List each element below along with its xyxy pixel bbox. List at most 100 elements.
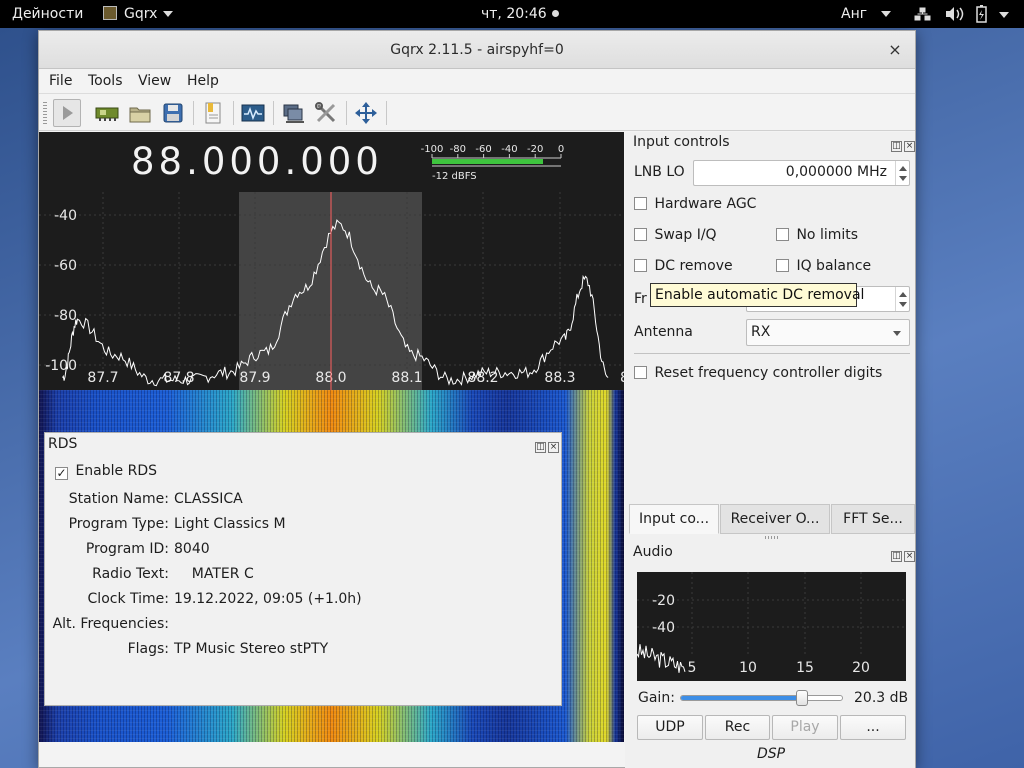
toolbar-separator — [386, 101, 387, 125]
io-devices-button[interactable] — [93, 99, 121, 127]
notification-dot-icon — [551, 10, 559, 17]
y-tick-label: -100 — [45, 358, 77, 374]
tab-input-controls[interactable]: Input co... — [629, 504, 719, 534]
spectrum-plot[interactable]: -40 -60 -80 -100 87.7 87.8 87.9 88.0 88.1 88.2 88.… — [39, 132, 624, 390]
more-options-button[interactable]: ... — [840, 715, 906, 740]
antenna-value: RX — [751, 324, 771, 340]
app-menu[interactable]: Gqrx — [103, 0, 174, 28]
toolbar — [39, 93, 915, 131]
divider — [634, 353, 910, 354]
float-icon[interactable]: ◫ — [891, 551, 902, 562]
menu-file[interactable]: File — [49, 73, 72, 89]
dsp-button[interactable] — [239, 99, 267, 127]
enable-rds-label: Enable RDS — [75, 463, 157, 479]
meter-tick-label: -20 — [527, 144, 543, 155]
enable-rds-checkbox[interactable]: ✓ Enable RDS — [55, 463, 157, 480]
rds-field-label: Flags: — [127, 641, 169, 657]
input-controls-title: Input controls — [633, 134, 730, 150]
right-dock: Input controls ◫ × LNB LO 0,000000 MHz Ha… — [625, 132, 915, 768]
tab-fft-settings[interactable]: FFT Se... — [831, 504, 915, 534]
close-icon[interactable]: × — [548, 442, 559, 453]
close-button[interactable]: × — [885, 31, 905, 69]
rds-field-value: CLASSICA — [174, 491, 243, 507]
reset-digits-checkbox[interactable]: Reset frequency controller digits — [634, 365, 882, 381]
audio-trace — [637, 644, 686, 673]
fullscreen-button[interactable] — [352, 99, 380, 127]
spin-arrows[interactable] — [895, 161, 909, 185]
rds-field-label: Radio Text: — [92, 566, 169, 582]
network-icon — [283, 104, 304, 123]
swap-iq-checkbox[interactable]: Swap I/Q — [634, 227, 717, 243]
dc-remove-checkbox[interactable]: DC remove — [634, 258, 733, 274]
hardware-agc-checkbox[interactable]: Hardware AGC — [634, 196, 756, 212]
gain-slider-handle[interactable] — [795, 690, 808, 706]
dsp-label: DSP — [757, 746, 786, 762]
float-icon[interactable]: ◫ — [891, 141, 902, 152]
toolbar-separator — [193, 101, 194, 125]
language-switcher[interactable]: Анг — [841, 0, 892, 28]
bookmarks-button[interactable] — [199, 99, 227, 127]
rds-field-label: Program ID: — [85, 541, 169, 557]
top-bar: Дейности Gqrx чт, 20:46 Анг — [0, 0, 1024, 28]
swap-iq-label: Swap I/Q — [654, 227, 717, 243]
menu-view[interactable]: View — [138, 73, 171, 89]
waterfall-display[interactable]: RDS ◫ × ✓ Enable RDS Station Name: CLASSIC… — [39, 390, 624, 742]
x-tick-label: 5 — [688, 660, 697, 676]
x-tick-label: 87.8 — [163, 370, 194, 386]
remote-control-button[interactable] — [279, 99, 307, 127]
audio-spectrum: -20 -40 5 10 15 20 — [637, 572, 906, 676]
gain-value: 20.3 dB — [854, 690, 909, 706]
gain-slider[interactable] — [680, 690, 843, 706]
system-menu[interactable] — [914, 0, 1018, 28]
fullscreen-icon — [355, 102, 377, 124]
x-tick-label: 8 — [620, 370, 624, 386]
hardware-agc-label: Hardware AGC — [654, 196, 757, 212]
language-label: Анг — [841, 6, 868, 22]
y-tick-label: -20 — [652, 593, 675, 609]
tab-receiver-options[interactable]: Receiver O... — [720, 504, 830, 534]
title-bar[interactable]: Gqrx 2.11.5 - airspyhf=0 × — [39, 31, 915, 69]
x-tick-label: 15 — [796, 660, 814, 676]
sdr-device-icon — [95, 107, 119, 121]
rds-field-label: Alt. Frequencies: — [52, 616, 169, 632]
toolbar-grip[interactable] — [43, 102, 47, 124]
frequency-display[interactable]: 88.000.000 — [131, 140, 383, 183]
play-icon — [63, 106, 73, 120]
start-dsp-button[interactable] — [53, 99, 81, 127]
input-controls-dock-buttons: ◫ × — [889, 136, 917, 152]
no-limits-checkbox[interactable]: No limits — [776, 227, 858, 243]
antenna-select[interactable]: RX — [746, 319, 910, 346]
antenna-label: Antenna — [634, 324, 693, 340]
chevron-down-icon — [893, 331, 901, 336]
y-tick-label: -60 — [54, 258, 77, 274]
audio-fft-plot[interactable]: -20 -40 5 10 15 20 — [637, 572, 906, 681]
lnb-lo-spinbox[interactable]: 0,000000 MHz — [693, 160, 910, 186]
clock[interactable]: чт, 20:46 — [481, 0, 559, 28]
splitter-handle[interactable] — [765, 536, 779, 539]
menu-tools[interactable]: Tools — [88, 73, 123, 89]
checkbox-icon — [634, 197, 647, 210]
rec-button[interactable]: Rec — [705, 715, 770, 740]
x-tick-label: 20 — [852, 660, 870, 676]
float-icon[interactable]: ◫ — [535, 442, 546, 453]
spin-arrows[interactable] — [895, 287, 909, 311]
close-icon[interactable]: × — [904, 551, 915, 562]
play-button[interactable]: Play — [772, 715, 838, 740]
chevron-down-icon — [899, 176, 907, 181]
toolbar-separator — [346, 101, 347, 125]
iq-balance-checkbox[interactable]: IQ balance — [776, 258, 871, 274]
meter-readout: -12 dBFS — [432, 171, 477, 182]
meter-tick-label: -60 — [475, 144, 491, 155]
udp-button[interactable]: UDP — [637, 715, 703, 740]
save-settings-button[interactable] — [159, 99, 187, 127]
audio-dock-buttons: ◫ × — [889, 546, 917, 562]
menu-help[interactable]: Help — [187, 73, 219, 89]
toolbar-separator — [273, 101, 274, 125]
checkbox-icon — [776, 228, 789, 241]
activities-button[interactable]: Дейности — [12, 0, 83, 28]
open-settings-button[interactable] — [126, 99, 154, 127]
rds-field-value: TP Music Stereo stPTY — [174, 641, 329, 657]
settings-button[interactable] — [312, 99, 340, 127]
close-icon[interactable]: × — [904, 141, 915, 152]
y-tick-label: -40 — [54, 208, 77, 224]
